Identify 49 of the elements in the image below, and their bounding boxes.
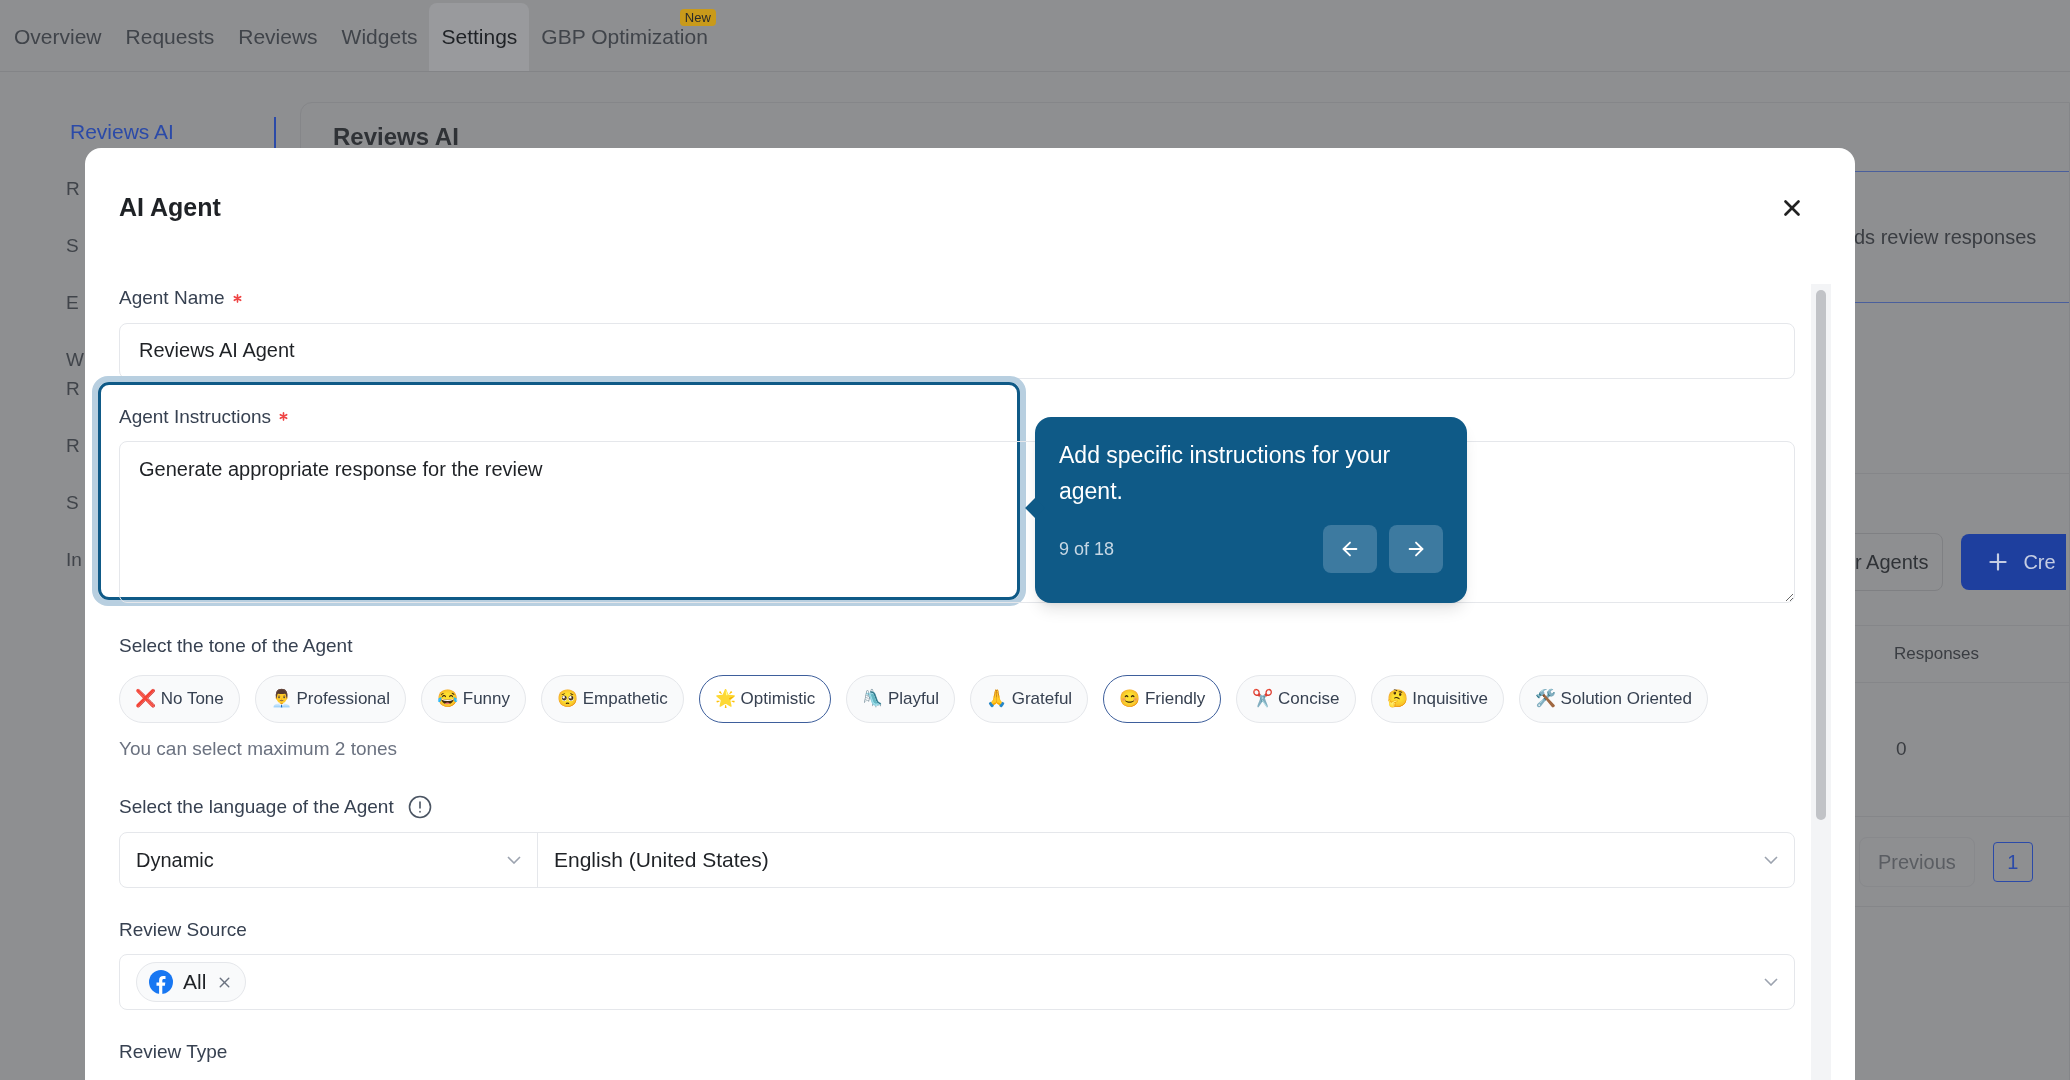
- chevron-icon: [1764, 978, 1778, 986]
- tone-chip[interactable]: 🤔 Inquisitive: [1370, 674, 1504, 723]
- sidebar-item[interactable]: R: [0, 174, 84, 231]
- tone-chip[interactable]: 👨‍💼 Professional: [254, 674, 407, 723]
- tone-chip[interactable]: 😊 Friendly: [1103, 674, 1222, 723]
- tone-chip[interactable]: 🥺 Empathetic: [541, 674, 684, 723]
- sidebar-item[interactable]: S: [0, 488, 84, 545]
- info-icon[interactable]: [407, 795, 432, 820]
- field-label: Select the language of the Agent: [119, 795, 394, 819]
- section-heading: Reviews AI: [333, 123, 459, 150]
- tone-hint: You can select maximum 2 tones: [119, 737, 398, 759]
- sidebar-item[interactable]: S: [0, 231, 84, 288]
- nav-tab[interactable]: Settings: [429, 3, 530, 71]
- nav-tab[interactable]: Reviews: [226, 3, 330, 71]
- sidebar-item[interactable]: E: [0, 288, 84, 345]
- sidebar-item[interactable]: In: [0, 545, 84, 602]
- back-button[interactable]: [1323, 525, 1377, 573]
- field-label: Agent Name: [119, 286, 225, 310]
- nav-tab[interactable]: New GBP Optimization: [529, 3, 720, 71]
- description-text: ds review responses: [1854, 225, 2037, 250]
- field-label: Review Type: [119, 1040, 228, 1064]
- field-label: Review Source: [119, 917, 247, 942]
- tone-chip[interactable]: 🌟 Optimistic: [698, 674, 832, 723]
- tooltip-text: Add specific instructions for your agent.: [1059, 441, 1392, 506]
- tag-label: All: [183, 969, 207, 996]
- tone-chip[interactable]: 🛠 Solution Oriented: [1518, 674, 1708, 723]
- tone-chip[interactable]: ✂ Concise: [1236, 674, 1356, 723]
- table-header: Responses: [1894, 643, 1980, 666]
- nav-tab[interactable]: Widgets: [329, 3, 430, 71]
- tone-chip[interactable]: ❌ No Tone: [119, 674, 240, 723]
- scrollbar-thumb[interactable]: [1816, 290, 1826, 820]
- tone-chip[interactable]: 😂 Funny: [421, 674, 527, 723]
- sidebar-item[interactable]: W R: [0, 345, 84, 431]
- review-source-select[interactable]: All: [119, 954, 1795, 1010]
- next-button[interactable]: [1389, 525, 1443, 573]
- table-cell-text: 0: [1896, 737, 1907, 762]
- create-button[interactable]: Cre: [1961, 533, 2066, 590]
- step-counter: 9 of 18: [1059, 537, 1115, 561]
- tone-chip[interactable]: 🙏 Grateful: [969, 674, 1089, 723]
- field-label: Select the tone of the Agent: [119, 635, 353, 656]
- sidebar-item[interactable]: R: [0, 431, 84, 488]
- agent-name-field[interactable]: Reviews AI Agent: [119, 322, 1795, 379]
- nav-tab[interactable]: Requests: [113, 3, 227, 71]
- facebook-icon: [149, 970, 173, 994]
- nav-tab[interactable]: Overview: [2, 3, 114, 71]
- modal-title: AI Agent: [119, 192, 221, 224]
- new-badge: New: [679, 9, 716, 26]
- field-label: Agent Instructions: [119, 404, 272, 429]
- tone-chip[interactable]: 🛝 Playful: [846, 674, 955, 723]
